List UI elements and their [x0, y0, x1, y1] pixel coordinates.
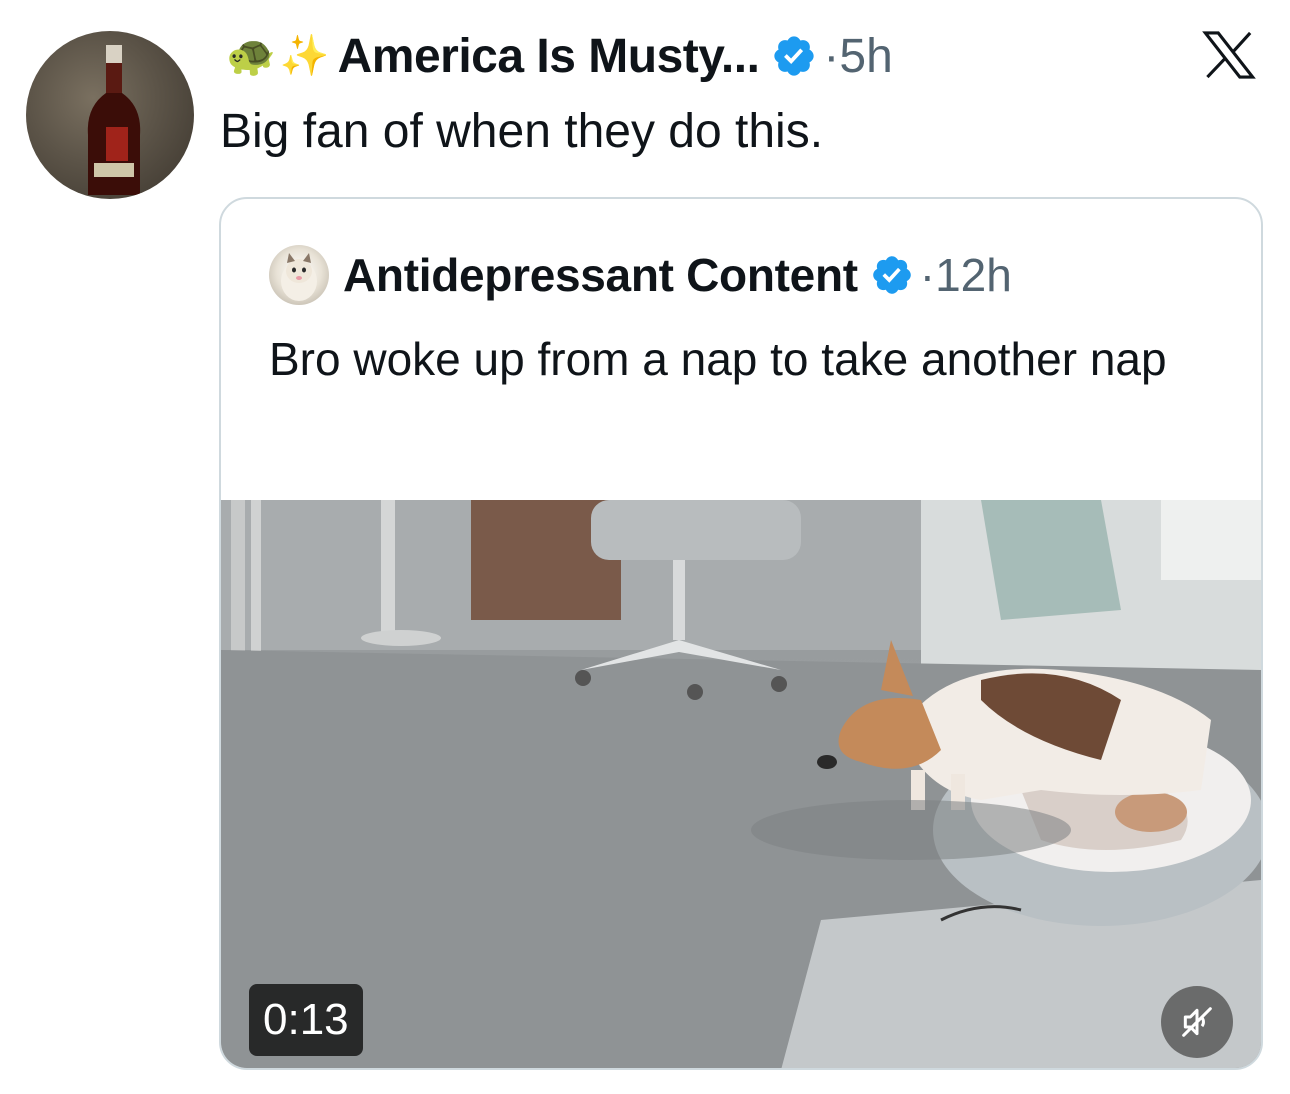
author-name[interactable]: America Is Musty...: [338, 29, 760, 84]
separator-dot: ·: [823, 29, 840, 83]
quoted-post-header: Antidepressant Content · 12h: [269, 243, 1012, 307]
sparkles-icon: ✨: [279, 34, 330, 78]
cat-avatar-image: [281, 253, 317, 301]
video-duration-badge: 0:13: [249, 984, 363, 1056]
separator-dot: ·: [919, 249, 936, 301]
verified-badge-icon: [774, 36, 815, 76]
verified-badge-icon: [872, 256, 911, 294]
video-frame: [221, 500, 1261, 1068]
video-player[interactable]: 0:13: [221, 500, 1261, 1068]
quoted-post[interactable]: Antidepressant Content · 12h Bro woke up…: [219, 197, 1263, 1070]
muted-speaker-icon: [1182, 1007, 1212, 1037]
mute-button[interactable]: [1161, 986, 1233, 1058]
post[interactable]: 🐢 ✨ America Is Musty... · 5h Big fan of …: [0, 0, 1290, 1094]
quoted-author-avatar[interactable]: [269, 245, 329, 305]
quoted-post-timestamp[interactable]: 12h: [935, 248, 1012, 302]
bottle-avatar-image: [87, 45, 141, 195]
quoted-post-text: Bro woke up from a nap to take another n…: [269, 333, 1167, 385]
post-text: Big fan of when they do this.: [220, 105, 824, 158]
quoted-author-name[interactable]: Antidepressant Content: [343, 248, 858, 302]
turtle-icon: 🐢: [226, 34, 276, 78]
post-header: 🐢 ✨ America Is Musty... · 5h: [226, 24, 893, 88]
post-timestamp[interactable]: 5h: [839, 29, 892, 84]
author-avatar[interactable]: [26, 31, 194, 199]
x-logo-icon[interactable]: [1202, 30, 1256, 80]
